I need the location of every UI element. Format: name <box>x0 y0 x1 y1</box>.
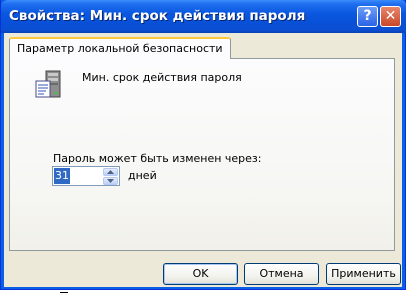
tab-local-security-setting[interactable]: Параметр локальной безопасности <box>9 37 231 59</box>
server-policy-icon <box>35 70 61 98</box>
help-button[interactable]: ? <box>357 6 378 27</box>
policy-name: Мин. срок действия пароля <box>82 71 242 84</box>
apply-button[interactable]: Применить <box>326 263 401 285</box>
desktop-background <box>0 290 406 296</box>
tab-panel: Мин. срок действия пароля Пароль может б… <box>9 58 395 251</box>
spin-down-button[interactable] <box>103 177 118 185</box>
background-fragment <box>60 292 68 293</box>
dialog-client-area: Параметр локальной безопасности Мин. сро… <box>4 33 402 287</box>
spin-up-button[interactable] <box>103 168 118 176</box>
chevron-down-icon <box>107 179 114 183</box>
days-unit-label: дней <box>128 169 157 182</box>
title-bar[interactable]: Свойства: Мин. срок действия пароля ? ✕ <box>1 0 406 33</box>
cancel-button[interactable]: Отмена <box>244 263 319 285</box>
close-button[interactable]: ✕ <box>380 6 401 27</box>
password-age-label: Пароль может быть изменен через: <box>53 152 262 165</box>
chevron-up-icon <box>107 170 114 174</box>
window-title: Свойства: Мин. срок действия пароля <box>9 8 306 24</box>
days-input[interactable]: 31 <box>54 168 70 184</box>
ok-button[interactable]: OK <box>163 263 238 285</box>
days-spinner[interactable]: 31 <box>52 166 120 186</box>
properties-dialog: Свойства: Мин. срок действия пароля ? ✕ … <box>0 0 406 290</box>
